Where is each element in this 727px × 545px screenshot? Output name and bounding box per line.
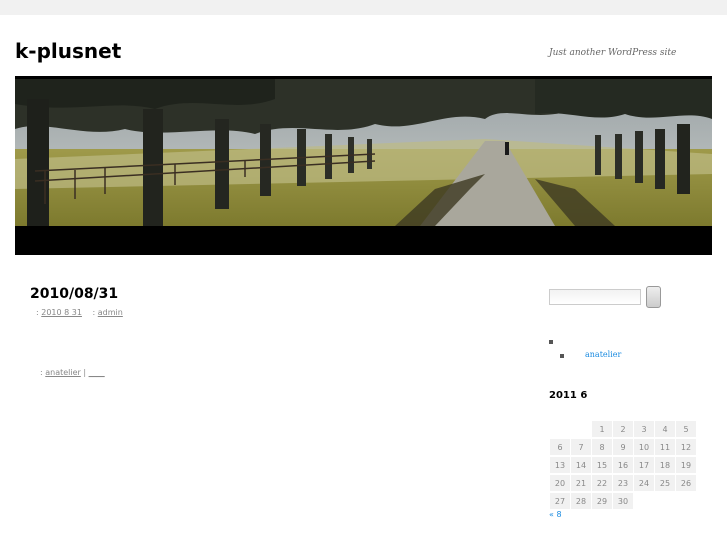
calendar-day: 25 bbox=[655, 475, 675, 491]
widget-list-bullet bbox=[549, 340, 553, 344]
calendar-day: 19 bbox=[676, 457, 696, 473]
calendar-week-row: 20 21 22 23 24 25 26 bbox=[550, 475, 696, 491]
header-banner-bar bbox=[15, 226, 712, 255]
calendar-day: 7 bbox=[571, 439, 591, 455]
calendar-day: 9 bbox=[613, 439, 633, 455]
post-author-link[interactable]: admin bbox=[98, 308, 123, 317]
post-date-link[interactable]: 2010 8 31 bbox=[41, 308, 82, 317]
calendar-day: 21 bbox=[571, 475, 591, 491]
calendar-day: 24 bbox=[634, 475, 654, 491]
calendar-empty-cell bbox=[550, 421, 570, 437]
header-banner-image[interactable] bbox=[15, 79, 712, 226]
calendar-day: 1 bbox=[592, 421, 612, 437]
calendar-empty-cell bbox=[655, 493, 675, 509]
calendar-day: 5 bbox=[676, 421, 696, 437]
calendar-day: 13 bbox=[550, 457, 570, 473]
post-footer-separator: | bbox=[83, 368, 87, 377]
calendar-day: 10 bbox=[634, 439, 654, 455]
site-title[interactable]: k-plusnet bbox=[15, 39, 121, 63]
calendar-day: 14 bbox=[571, 457, 591, 473]
calendar-day: 26 bbox=[676, 475, 696, 491]
calendar-day: 20 bbox=[550, 475, 570, 491]
calendar-day: 22 bbox=[592, 475, 612, 491]
calendar-day: 12 bbox=[676, 439, 696, 455]
sidebar-category-link[interactable]: anatelier bbox=[585, 350, 621, 359]
site-description: Just another WordPress site bbox=[549, 48, 677, 58]
calendar-day: 17 bbox=[634, 457, 654, 473]
post-title[interactable]: 2010/08/31 bbox=[30, 286, 118, 302]
calendar-day: 30 bbox=[613, 493, 633, 509]
calendar-empty-cell bbox=[634, 493, 654, 509]
calendar-day: 2 bbox=[613, 421, 633, 437]
post-footer-meta: : anatelier | ____ bbox=[40, 368, 105, 377]
calendar-day: 16 bbox=[613, 457, 633, 473]
calendar-week-row: 12345 bbox=[550, 421, 696, 437]
calendar-table: 1 2 3 4 5 6 7 8 9 10 11 12 13 14 15 16 17 18 19 20 21 22 23 24 2… bbox=[549, 419, 697, 511]
post-meta: : 2010 8 31 : admin bbox=[36, 308, 123, 317]
calendar-week-row: 13 14 15 16 17 18 19 bbox=[550, 457, 696, 473]
calendar-day: 28 bbox=[571, 493, 591, 509]
calendar-day: 11 bbox=[655, 439, 675, 455]
calendar-day: 6 bbox=[550, 439, 570, 455]
post-comments-link[interactable]: ____ bbox=[89, 368, 105, 377]
calendar-day: 3 bbox=[634, 421, 654, 437]
calendar-day: 4 bbox=[655, 421, 675, 437]
search-input[interactable] bbox=[549, 289, 641, 305]
calendar-day: 23 bbox=[613, 475, 633, 491]
calendar-week-row: 6 7 8 9 10 11 12 bbox=[550, 439, 696, 455]
post-category-link[interactable]: anatelier bbox=[45, 368, 81, 377]
post-footer-prefix: : bbox=[40, 368, 43, 377]
post-meta-date-prefix: : bbox=[36, 308, 39, 317]
calendar-day: 15 bbox=[592, 457, 612, 473]
calendar-day: 8 bbox=[592, 439, 612, 455]
page-wrapper: k-plusnet Just another WordPress site 20… bbox=[0, 15, 727, 545]
calendar-week-row: 27 28 29 30 bbox=[550, 493, 696, 509]
search-button[interactable] bbox=[646, 286, 661, 308]
post-meta-author-prefix: : bbox=[92, 308, 96, 317]
calendar-empty-cell bbox=[571, 421, 591, 437]
calendar-caption: 2011 6 bbox=[549, 390, 588, 401]
calendar-day: 27 bbox=[550, 493, 570, 509]
calendar-day: 29 bbox=[592, 493, 612, 509]
calendar-empty-cell bbox=[676, 493, 696, 509]
calendar-prev-link[interactable]: « 8 bbox=[549, 510, 562, 519]
calendar-day: 18 bbox=[655, 457, 675, 473]
widget-sublist-bullet bbox=[560, 354, 564, 358]
